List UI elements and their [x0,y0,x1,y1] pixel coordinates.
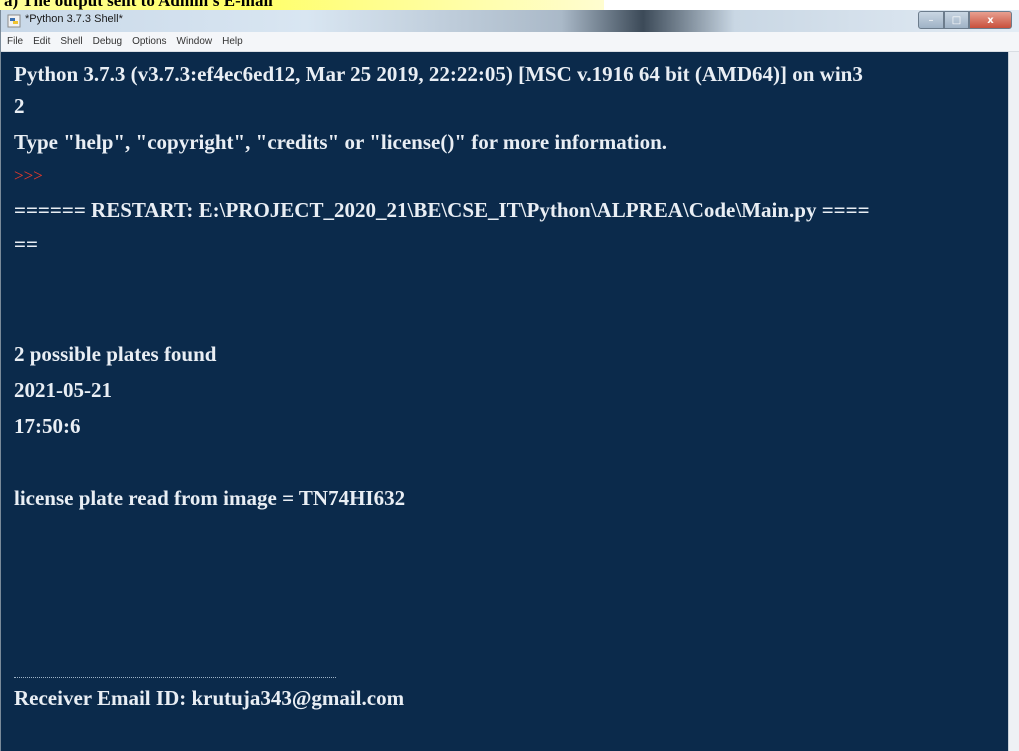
python-app-icon [7,14,21,28]
python-shell-window: *Python 3.7.3 Shell* – □ x File Edit She… [0,10,1019,751]
page: a) The output sent to Admin's E-mail *Py… [0,0,1019,751]
shell-banner-wrap: 2 [14,94,25,118]
menu-options[interactable]: Options [132,36,166,47]
vertical-scrollbar[interactable] [1008,52,1019,751]
menu-shell[interactable]: Shell [60,36,82,47]
menu-window[interactable]: Window [177,36,213,47]
close-button[interactable]: x [969,11,1012,29]
window-controls: – □ x [918,11,1012,29]
menu-edit[interactable]: Edit [33,36,50,47]
shell-output-plates: 2 possible plates found [14,342,217,366]
maximize-button[interactable]: □ [944,11,969,29]
shell-output-area[interactable]: Python 3.7.3 (v3.7.3:ef4ec6ed12, Mar 25 … [1,52,1008,751]
title-bar[interactable]: *Python 3.7.3 Shell* – □ x [1,10,1019,32]
shell-restart-line: ====== RESTART: E:\PROJECT_2020_21\BE\CS… [14,198,870,222]
menu-file[interactable]: File [7,36,23,47]
shell-banner-line: Python 3.7.3 (v3.7.3:ef4ec6ed12, Mar 25 … [14,62,863,86]
dotted-separator [14,677,336,678]
shell-output-plate-read: license plate read from image = TN74HI63… [14,486,406,510]
shell-output-date: 2021-05-21 [14,378,112,402]
menu-help[interactable]: Help [222,36,243,47]
shell-output-time: 17:50:6 [14,414,81,438]
menu-bar: File Edit Shell Debug Options Window Hel… [1,32,1019,52]
shell-output-email: Receiver Email ID: krutuja343@gmail.com [14,686,405,710]
minimize-button[interactable]: – [918,11,944,29]
shell-prompt[interactable]: >>> [14,166,43,186]
shell-restart-wrap: == [14,232,38,256]
menu-debug[interactable]: Debug [93,36,122,47]
shell-info-line: Type "help", "copyright", "credits" or "… [14,130,667,154]
window-title: *Python 3.7.3 Shell* [25,13,123,25]
